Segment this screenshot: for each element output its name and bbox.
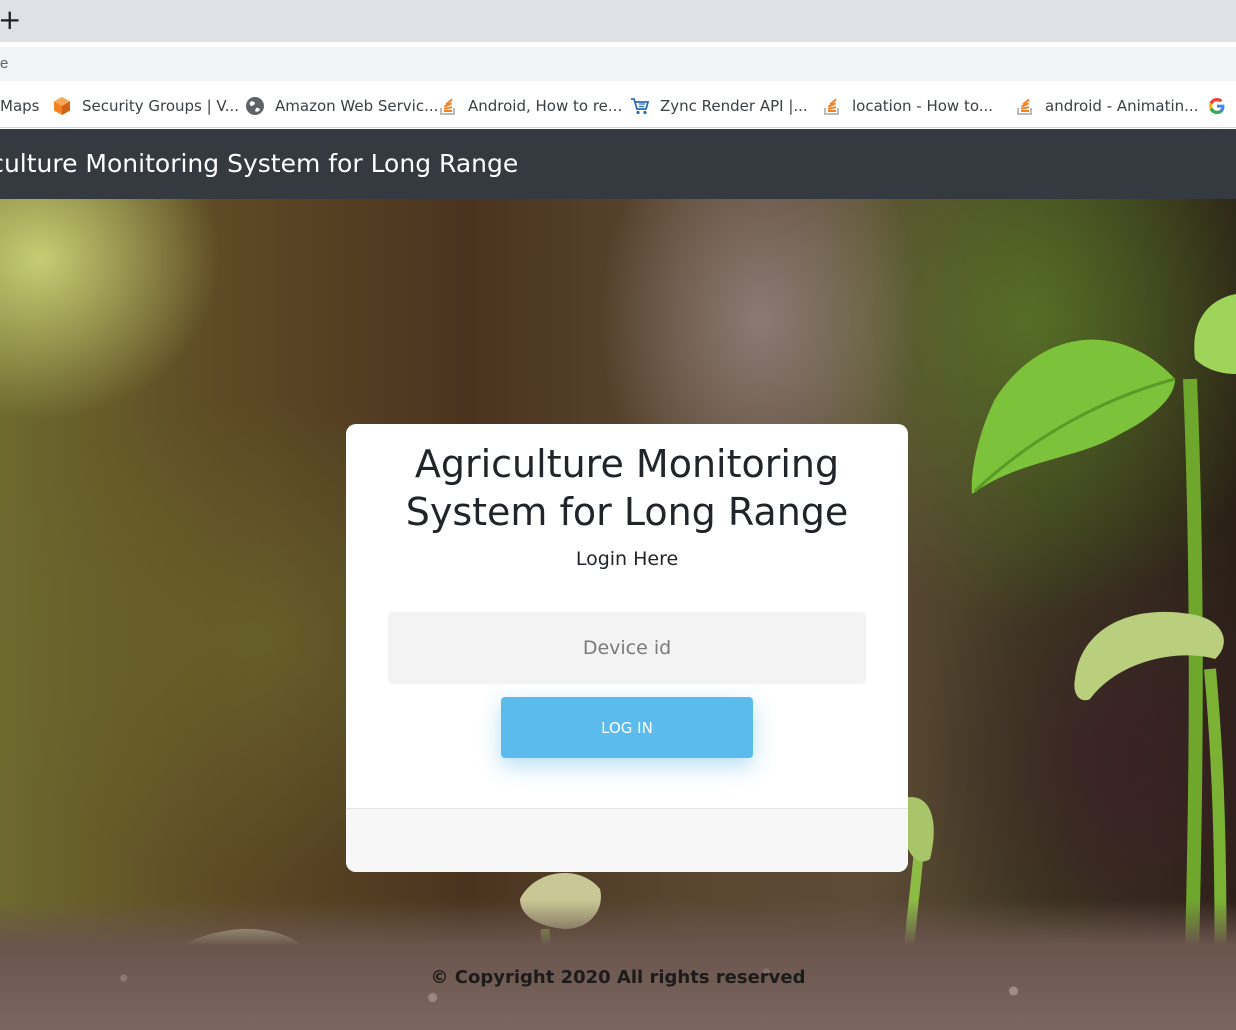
login-card-footer: [346, 808, 908, 872]
browser-toolbar: e: [0, 42, 1236, 86]
bookmark-label: Android, How to re...: [468, 97, 623, 115]
bookmark-location-how-to[interactable]: location - How to...: [822, 86, 993, 126]
login-button[interactable]: LOG IN: [501, 697, 753, 758]
bookmark-amazon-web-services[interactable]: Amazon Web Servic...: [245, 86, 438, 126]
stackoverflow-icon: [440, 98, 455, 115]
browser-tab-strip: +: [0, 0, 1236, 42]
bookmark-zync-render-api[interactable]: Zync Render API |...: [630, 86, 808, 126]
stackoverflow-icon: [1017, 98, 1032, 115]
google-icon: [1209, 98, 1225, 114]
login-subtitle: Login Here: [575, 548, 679, 570]
copyright-text: © Copyright 2020 All rights reserved: [430, 967, 806, 988]
bookmark-android-animating[interactable]: android - Animatin...: [1015, 86, 1198, 126]
bookmark-maps[interactable]: Maps: [0, 86, 39, 126]
login-title: Agriculture Monitoring System for Long R…: [405, 442, 849, 534]
bookmarks-bar: Maps Security Groups | V... Amazon Web S…: [0, 86, 1236, 128]
navbar-brand[interactable]: Agriculture Monitoring System for Long R…: [0, 129, 518, 199]
bookmark-label: Security Groups | V...: [82, 97, 240, 115]
cart-icon: [631, 98, 650, 115]
device-id-input[interactable]: [388, 612, 866, 684]
bookmark-label: location - How to...: [852, 97, 994, 115]
aws-cube-icon: [54, 97, 70, 115]
address-bar[interactable]: e: [0, 47, 1236, 81]
bookmark-label: Amazon Web Servic...: [275, 97, 439, 115]
globe-icon: [246, 97, 264, 115]
bookmark-android-how-to[interactable]: Android, How to re...: [438, 86, 622, 126]
bookmark-label: Maps: [0, 97, 40, 115]
bookmark-label: android - Animatin...: [1045, 97, 1199, 115]
bookmark-label: Zync Render API |...: [660, 97, 808, 115]
new-tab-button[interactable]: +: [0, 4, 21, 36]
site-navbar: Agriculture Monitoring System for Long R…: [0, 129, 1236, 199]
bookmark-security-groups[interactable]: Security Groups | V...: [52, 86, 239, 126]
stackoverflow-icon: [824, 98, 839, 115]
bookmark-google[interactable]: [1207, 86, 1236, 126]
login-card: Agriculture Monitoring System for Long R…: [346, 424, 908, 872]
